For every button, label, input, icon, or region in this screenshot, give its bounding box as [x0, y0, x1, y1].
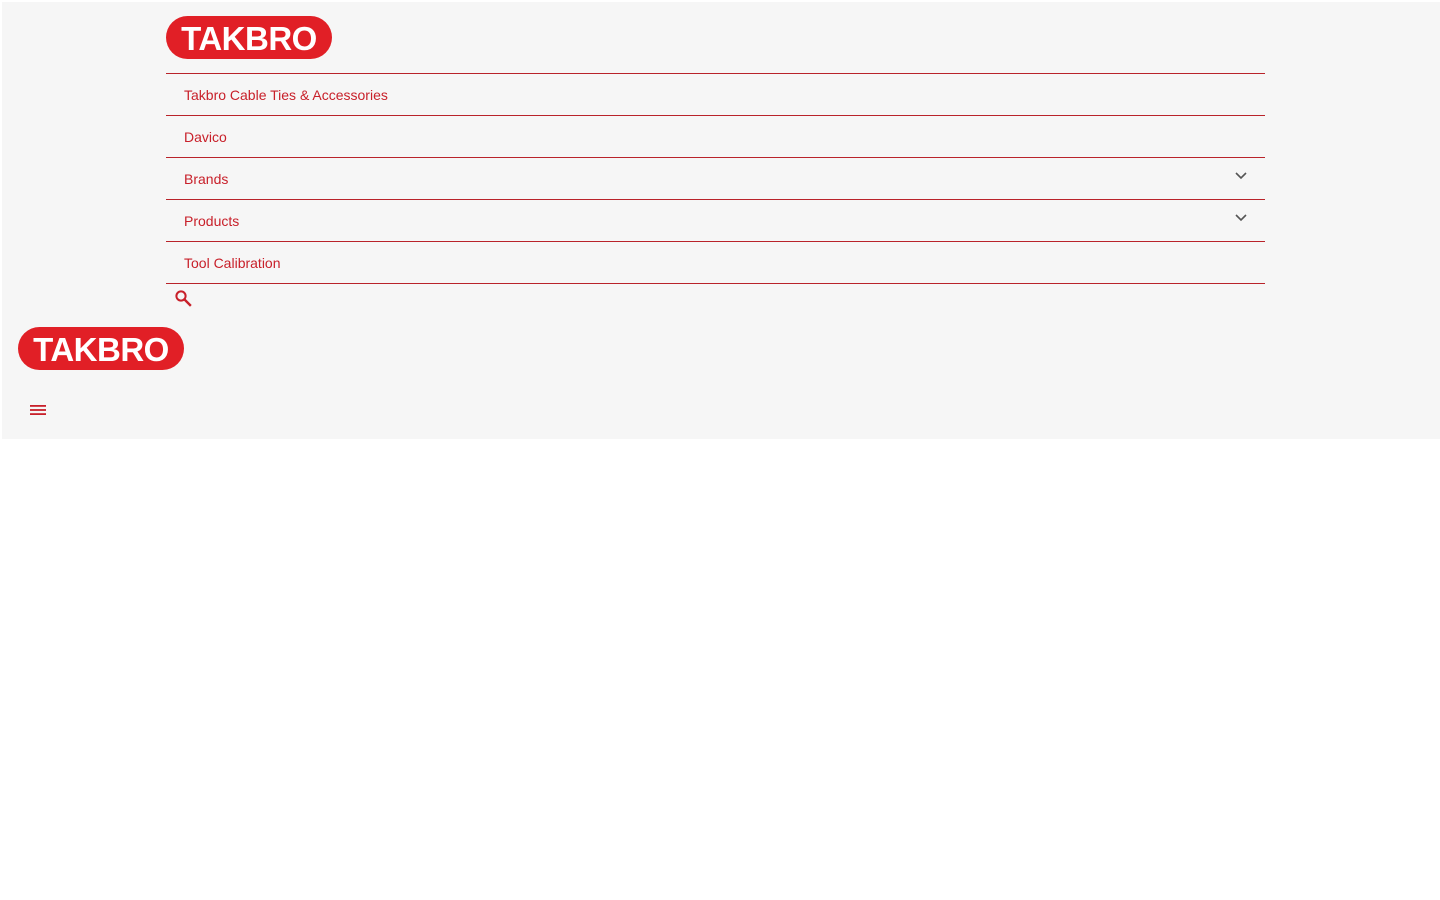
nav-item-products[interactable]: Products	[166, 200, 1265, 242]
search-icon[interactable]	[174, 289, 192, 307]
logo-text: TAKBRO	[33, 330, 169, 368]
nav-item-label: Davico	[184, 128, 227, 145]
nav-item-davico[interactable]: Davico	[166, 116, 1265, 158]
nav-item-brands[interactable]: Brands	[166, 158, 1265, 200]
main-nav: Takbro Cable Ties & Accessories Davico B…	[166, 73, 1265, 284]
nav-item-label: Brands	[184, 170, 229, 187]
nav-item-label: Tool Calibration	[184, 254, 281, 271]
logo-text: TAKBRO	[181, 19, 317, 57]
nav-item-tool-calibration[interactable]: Tool Calibration	[166, 242, 1265, 284]
hamburger-menu-icon[interactable]	[29, 402, 47, 418]
takbro-logo[interactable]: TAKBRO	[166, 16, 332, 59]
chevron-down-icon[interactable]	[1233, 170, 1249, 182]
nav-item-label: Takbro Cable Ties & Accessories	[184, 86, 388, 103]
nav-item-label: Products	[184, 212, 240, 229]
takbro-logo-mobile[interactable]: TAKBRO	[18, 327, 184, 370]
chevron-down-icon[interactable]	[1233, 212, 1249, 224]
nav-item-cable-ties[interactable]: Takbro Cable Ties & Accessories	[166, 74, 1265, 116]
